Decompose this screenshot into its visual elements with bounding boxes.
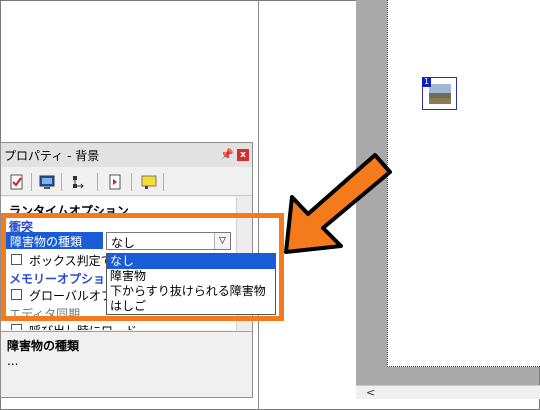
tree-arrow-icon[interactable] [71,174,87,190]
scroll-left-icon[interactable]: < [366,386,375,399]
horizontal-scrollbar[interactable]: < [356,385,540,399]
screen-icon[interactable] [39,174,55,190]
pin-icon[interactable]: 📌 [220,148,234,161]
pointer-arrow-icon [284,153,392,254]
description-pane: 障害物の種類 ... [1,331,252,397]
load-label: 呼び出し時にロード [29,322,137,330]
toolbar-separator [61,173,62,191]
message-icon[interactable] [141,174,157,190]
panel-title: プロパティ - 背景 [4,149,100,163]
close-button[interactable]: x [237,149,249,161]
toolbar-separator [163,173,164,191]
description-title: 障害物の種類 [7,339,80,353]
panel-titlebar: プロパティ - 背景 📌 x [1,143,252,167]
check-doc-icon[interactable] [9,174,25,190]
landscape-image-icon [429,84,451,104]
toolbar-separator [131,173,132,191]
pane-divider[interactable] [258,0,259,410]
load-checkbox[interactable] [11,324,22,330]
highlight-box [1,213,284,321]
description-body: ... [7,354,19,368]
object-number-badge: 1 [422,77,431,87]
doc-arrow-icon[interactable] [107,174,123,190]
frame-canvas[interactable] [387,0,540,367]
toolbar-separator [31,173,32,191]
backdrop-object[interactable]: 1 [422,77,457,110]
property-load[interactable]: 呼び出し時にロード [1,321,236,330]
toolbar-separator [97,173,98,191]
panel-toolbar [1,168,252,196]
